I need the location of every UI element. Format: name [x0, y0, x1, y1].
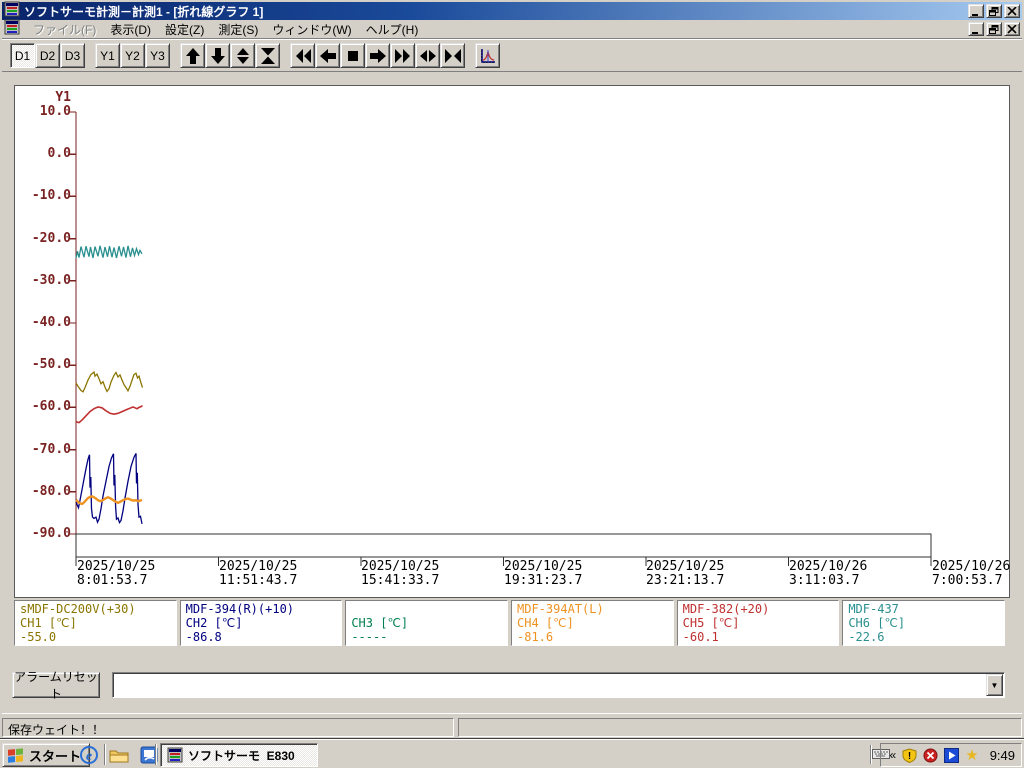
menu-help[interactable]: ヘルプ(H) [359, 19, 426, 40]
x-tick-label: 2025/10/25 15:41:33.7 [361, 559, 440, 588]
app-icon [167, 747, 183, 763]
security-alert-icon[interactable] [923, 748, 938, 763]
x-tick-label: 2025/10/25 23:21:13.7 [646, 559, 725, 588]
internet-explorer-icon[interactable]: e [78, 744, 100, 766]
rewind-icon[interactable] [290, 43, 315, 68]
quick-launch-folder-icon[interactable] [108, 744, 130, 766]
line-chart-panel: Y1 10.0 0.0 -10.0 -20.0 -30.0 -40.0 -50.… [14, 85, 1010, 598]
compress-horizontal-icon[interactable] [440, 43, 465, 68]
graph-settings-icon[interactable] [475, 43, 500, 68]
tray-collapse-icon[interactable]: « [890, 748, 897, 762]
menu-measure[interactable]: 測定(S) [211, 19, 265, 40]
y-tick: 10.0 [39, 104, 71, 119]
taskbar-app-button[interactable]: ソフトサーモ E830 [160, 743, 318, 767]
y-tick: -80.0 [31, 484, 71, 499]
x-tick-label: 2025/10/25 8:01:53.7 [77, 559, 156, 588]
media-player-tray-icon[interactable] [944, 747, 960, 763]
svg-text:!: ! [908, 751, 911, 762]
favorites-tray-icon[interactable]: ★ [965, 748, 978, 763]
expand-vertical-icon[interactable] [230, 43, 255, 68]
start-button[interactable]: スタート [2, 743, 91, 767]
x-tick-label: 2025/10/25 11:51:43.7 [219, 559, 298, 588]
system-tray: « ! ★ 9:49 [879, 743, 1022, 767]
menu-window[interactable]: ウィンドウ(W) [265, 19, 358, 40]
display-1-button[interactable]: D1 [10, 43, 35, 68]
expand-horizontal-icon[interactable] [415, 43, 440, 68]
legend-cell-ch4: MDF-394AT(L) CH4 [℃] -81.6 [511, 600, 674, 646]
y-axis-name: Y1 [55, 90, 71, 105]
restore-button[interactable] [986, 4, 1002, 18]
separator [104, 744, 106, 765]
y-tick: -40.0 [31, 315, 71, 330]
security-warning-icon[interactable]: ! [902, 747, 917, 763]
compress-vertical-icon[interactable] [255, 43, 280, 68]
minimize-button[interactable] [968, 4, 984, 18]
alarm-combobox[interactable]: ▼ [112, 672, 1005, 698]
menu-bar: ファイル(F) 表示(D) 設定(Z) 測定(S) ウィンドウ(W) ヘルプ(H… [2, 19, 1022, 40]
toolbar: D1 D2 D3 Y1 Y2 Y3 [2, 41, 1022, 72]
alarm-reset-button[interactable]: アラームリセット [12, 670, 100, 701]
legend-cell-ch6: MDF-437 CH6 [℃] -22.6 [842, 600, 1005, 646]
stop-icon[interactable] [340, 43, 365, 68]
child-window-icon [4, 19, 20, 40]
legend-cell-ch5: MDF-382(+20) CH5 [℃] -60.1 [676, 600, 840, 646]
graph-window-body: Y1 10.0 0.0 -10.0 -20.0 -30.0 -40.0 -50.… [2, 72, 1022, 713]
menu-view[interactable]: 表示(D) [103, 19, 158, 40]
desktop: { "window": { "title": "ソフトサーモ計測－計測1 - [… [0, 0, 1024, 768]
window-title: ソフトサーモ計測－計測1 - [折れ線グラフ 1] [24, 4, 264, 19]
status-message: 保存ウェイト！！ [2, 718, 454, 737]
windows-logo-icon [8, 748, 23, 763]
fast-forward-icon[interactable] [390, 43, 415, 68]
x-tick-label: 2025/10/26 3:11:03.7 [789, 559, 868, 588]
axis-y3-button[interactable]: Y3 [145, 43, 170, 68]
y-tick: 0.0 [47, 146, 71, 161]
close-button[interactable] [1004, 4, 1020, 18]
child-close-button[interactable] [1004, 22, 1020, 36]
legend-cell-ch3: CH3 [℃] ----- [345, 600, 508, 646]
legend-cell-ch1: sMDF-DC200V(+30) CH1 [℃] -55.0 [14, 600, 177, 646]
chart-canvas [69, 111, 932, 566]
axis-y2-button[interactable]: Y2 [120, 43, 145, 68]
channel-legend: sMDF-DC200V(+30) CH1 [℃] -55.0 MDF-394(R)(… [14, 600, 1005, 646]
y-tick: -10.0 [31, 188, 71, 203]
status-secondary-panel [458, 718, 1022, 737]
taskbar: スタート e ソフトサーモ E830 « ! ★ 9:49 [0, 739, 1024, 768]
alarm-combo-value [113, 673, 985, 697]
y-tick: -90.0 [31, 526, 71, 541]
menu-file[interactable]: ファイル(F) [26, 19, 103, 40]
scroll-down-icon[interactable] [205, 43, 230, 68]
chevron-down-icon[interactable]: ▼ [986, 674, 1003, 696]
svg-text:e: e [86, 749, 92, 764]
display-3-button[interactable]: D3 [60, 43, 85, 68]
status-bar: 保存ウェイト！！ [2, 713, 1022, 738]
child-restore-button[interactable] [986, 22, 1002, 36]
x-tick-label: 2025/10/26 7:00:53.7 [932, 559, 1011, 588]
y-tick: -70.0 [31, 442, 71, 457]
x-tick-label: 2025/10/25 19:31:23.7 [504, 559, 583, 588]
scroll-up-icon[interactable] [180, 43, 205, 68]
y-tick: -30.0 [31, 273, 71, 288]
separator [155, 744, 157, 765]
step-forward-icon[interactable] [365, 43, 390, 68]
menu-settings[interactable]: 設定(Z) [158, 19, 211, 40]
axis-y1-button[interactable]: Y1 [95, 43, 120, 68]
taskbar-clock: 9:49 [989, 747, 1015, 763]
y-tick: -20.0 [31, 231, 71, 246]
y-tick: -60.0 [31, 399, 71, 414]
legend-cell-ch2: MDF-394(R)(+10) CH2 [℃] -86.8 [179, 600, 343, 646]
y-tick: -50.0 [31, 357, 71, 372]
child-minimize-button[interactable] [968, 22, 984, 36]
title-bar: ソフトサーモ計測－計測1 - [折れ線グラフ 1] [2, 1, 1022, 20]
display-2-button[interactable]: D2 [35, 43, 60, 68]
step-back-icon[interactable] [315, 43, 340, 68]
